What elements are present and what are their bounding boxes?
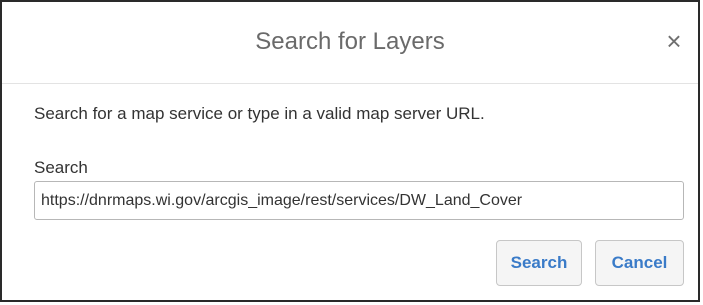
instructions-text: Search for a map service or type in a va…	[34, 104, 485, 123]
dialog-header: Search for Layers ×	[2, 2, 698, 84]
search-label: Search	[34, 158, 88, 177]
search-input[interactable]	[34, 181, 684, 220]
close-icon[interactable]: ×	[660, 27, 688, 55]
search-layers-dialog: Search for Layers × Search for a map ser…	[0, 0, 700, 302]
cancel-button[interactable]: Cancel	[595, 240, 684, 286]
dialog-body: Search for a map service or type in a va…	[34, 84, 684, 300]
dialog-title: Search for Layers	[255, 28, 445, 55]
search-button[interactable]: Search	[496, 240, 582, 286]
